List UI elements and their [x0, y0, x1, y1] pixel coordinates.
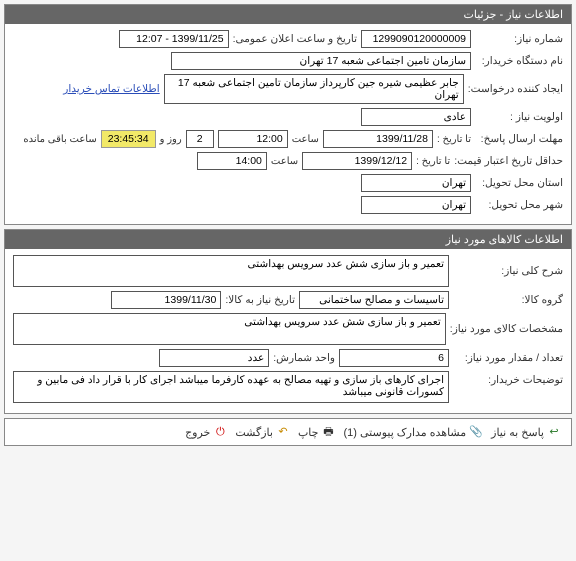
request-no-label: شماره نیاز:: [475, 33, 563, 45]
reply-label: پاسخ به نیاز: [491, 426, 544, 439]
group-field: تاسیسات و مصالح ساختمانی: [299, 291, 449, 309]
days-field: 2: [186, 130, 214, 148]
print-button[interactable]: 🖶 چاپ: [298, 425, 336, 439]
need-date-label: تاریخ نیاز به کالا:: [225, 294, 295, 306]
priority-label: اولویت نیاز :: [475, 111, 563, 123]
contact-link[interactable]: اطلاعات تماس خریدار: [63, 83, 159, 95]
attachments-label: مشاهده مدارک پیوستی (1): [343, 426, 466, 439]
row-province: استان محل تحویل: تهران: [13, 174, 563, 192]
print-icon: 🖶: [321, 425, 335, 439]
row-notes: توضیحات خریدار: اجرای کارهای باز سازی و …: [13, 371, 563, 403]
exit-button[interactable]: ⏻ خروج: [185, 425, 227, 439]
row-spec: مشخصات کالای مورد نیاز: تعمیر و باز سازی…: [13, 313, 563, 345]
row-min-validity: حداقل تاریخ اعتبار قیمت: تا تاریخ : 1399…: [13, 152, 563, 170]
need-date-field: 1399/11/30: [111, 291, 221, 309]
min-validity-label: حداقل تاریخ اعتبار قیمت:: [454, 155, 563, 167]
city-label: شهر محل تحویل:: [475, 199, 563, 211]
min-validity-time-field: 14:00: [197, 152, 267, 170]
province-label: استان محل تحویل:: [475, 177, 563, 189]
back-label: بازگشت: [235, 426, 273, 439]
reply-button[interactable]: ↩ پاسخ به نیاز: [491, 425, 561, 439]
priority-field: عادی: [361, 108, 471, 126]
need-info-header: اطلاعات نیاز - جزئیات: [5, 5, 571, 24]
row-buyer-org: نام دستگاه خریدار: سازمان تامین اجتماعی …: [13, 52, 563, 70]
time-label-2: ساعت: [271, 156, 298, 167]
goods-info-body: شرح کلی نیاز: تعمیر و باز سازی شش عدد سر…: [5, 249, 571, 413]
undo-icon: ↶: [276, 425, 290, 439]
need-info-body: شماره نیاز: 1299090120000009 تاریخ و ساع…: [5, 24, 571, 224]
announce-label: تاریخ و ساعت اعلان عمومی:: [233, 33, 357, 45]
row-group: گروه کالا: تاسیسات و مصالح ساختمانی تاری…: [13, 291, 563, 309]
row-desc: شرح کلی نیاز: تعمیر و باز سازی شش عدد سر…: [13, 255, 563, 287]
until-label-2: تا تاریخ :: [416, 156, 450, 167]
desc-label: شرح کلی نیاز:: [453, 265, 563, 277]
unit-count-field: عدد: [159, 349, 269, 367]
countdown-field: 23:45:34: [101, 130, 156, 148]
exit-label: خروج: [185, 426, 210, 439]
city-field: تهران: [361, 196, 471, 214]
province-field: تهران: [361, 174, 471, 192]
row-city: شهر محل تحویل: تهران: [13, 196, 563, 214]
buyer-org-field: سازمان تامین اجتماعی شعبه 17 تهران: [171, 52, 471, 70]
qty-label: تعداد / مقدار مورد نیاز:: [453, 352, 563, 364]
time-label-1: ساعت: [292, 134, 319, 145]
notes-field: اجرای کارهای باز سازی و تهیه مصالح به عه…: [13, 371, 449, 403]
deadline-time-field: 12:00: [218, 130, 288, 148]
action-toolbar: ↩ پاسخ به نیاز 📎 مشاهده مدارک پیوستی (1)…: [4, 418, 572, 446]
row-priority: اولویت نیاز : عادی: [13, 108, 563, 126]
print-label: چاپ: [298, 426, 319, 439]
desc-field: تعمیر و باز سازی شش عدد سرویس بهداشتی: [13, 255, 449, 287]
group-label: گروه کالا:: [453, 294, 563, 306]
deadline-date-field: 1399/11/28: [323, 130, 433, 148]
spec-label: مشخصات کالای مورد نیاز:: [450, 323, 563, 335]
creator-field: جابر عظیمی شیره جین کارپرداز سازمان تامی…: [164, 74, 464, 104]
request-no-field: 1299090120000009: [361, 30, 471, 48]
goods-info-header: اطلاعات کالاهای مورد نیاز: [5, 230, 571, 249]
goods-info-section: اطلاعات کالاهای مورد نیاز شرح کلی نیاز: …: [4, 229, 572, 414]
days-label: روز و: [160, 134, 182, 145]
attachments-button[interactable]: 📎 مشاهده مدارک پیوستی (1): [343, 425, 483, 439]
min-validity-date-field: 1399/12/12: [302, 152, 412, 170]
paperclip-icon: 📎: [469, 425, 483, 439]
qty-field: 6: [339, 349, 449, 367]
exit-icon: ⏻: [213, 425, 227, 439]
announce-field: 1399/11/25 - 12:07: [119, 30, 229, 48]
reply-icon: ↩: [547, 425, 561, 439]
until-label: تا تاریخ :: [437, 134, 471, 145]
row-creator: ایجاد کننده درخواست: جابر عظیمی شیره جین…: [13, 74, 563, 104]
deadline-label: مهلت ارسال پاسخ:: [475, 133, 563, 145]
creator-label: ایجاد کننده درخواست:: [468, 83, 563, 95]
row-qty: تعداد / مقدار مورد نیاز: 6 واحد شمارش: ع…: [13, 349, 563, 367]
row-deadline: مهلت ارسال پاسخ: تا تاریخ : 1399/11/28 س…: [13, 130, 563, 148]
buyer-org-label: نام دستگاه خریدار:: [475, 55, 563, 67]
spec-field: تعمیر و باز سازی شش عدد سرویس بهداشتی: [13, 313, 446, 345]
notes-label: توضیحات خریدار:: [453, 371, 563, 386]
row-request-no: شماره نیاز: 1299090120000009 تاریخ و ساع…: [13, 30, 563, 48]
remaining-label: ساعت باقی مانده: [23, 134, 96, 145]
unit-count-label: واحد شمارش:: [273, 352, 335, 364]
need-info-section: اطلاعات نیاز - جزئیات شماره نیاز: 129909…: [4, 4, 572, 225]
back-button[interactable]: ↶ بازگشت: [235, 425, 290, 439]
